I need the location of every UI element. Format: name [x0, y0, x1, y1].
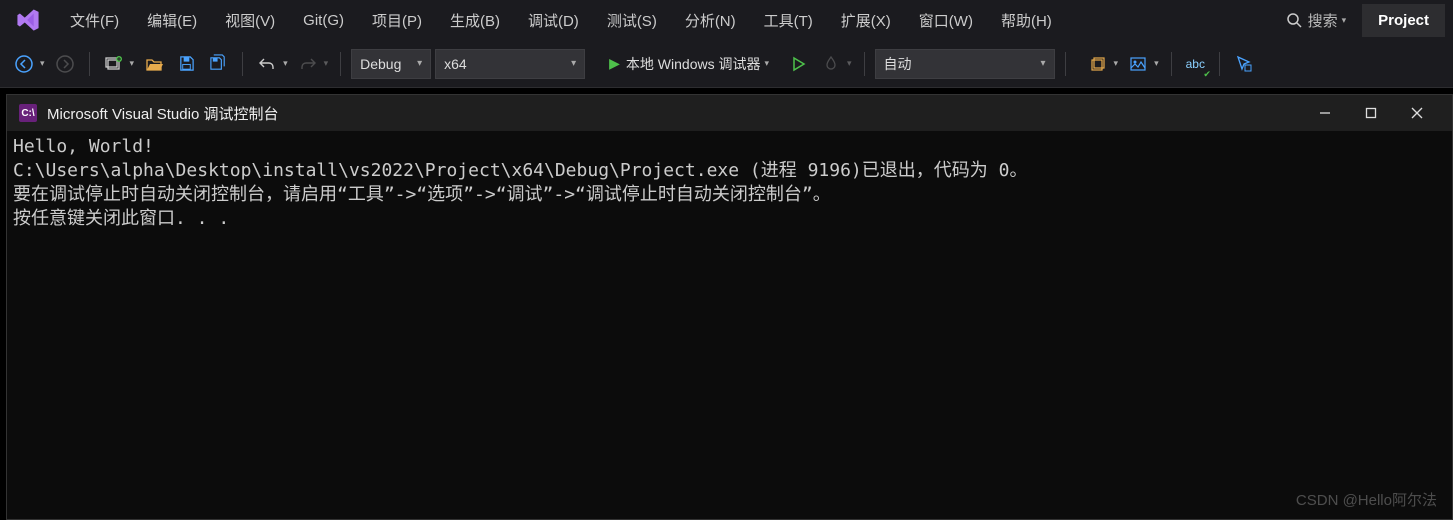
separator: [864, 52, 865, 76]
menu-build[interactable]: 生成(B): [436, 4, 514, 37]
console-titlebar[interactable]: C:\ Microsoft Visual Studio 调试控制台: [7, 95, 1452, 131]
menu-file[interactable]: 文件(F): [56, 4, 133, 37]
menu-git[interactable]: Git(G): [289, 6, 358, 35]
console-title: Microsoft Visual Studio 调试控制台: [47, 103, 278, 124]
save-all-button[interactable]: [204, 50, 232, 78]
separator: [242, 52, 243, 76]
chevron-down-icon[interactable]: ▾: [1154, 58, 1161, 69]
chevron-down-icon: ▾: [571, 58, 576, 69]
image-button[interactable]: [1124, 50, 1152, 78]
abc-button[interactable]: abc ✔: [1182, 50, 1209, 78]
file-stack-button[interactable]: [1084, 50, 1112, 78]
play-icon: ▶: [609, 55, 620, 72]
menu-view[interactable]: 视图(V): [211, 4, 289, 37]
auto-label: 自动: [884, 54, 912, 74]
chevron-down-icon[interactable]: ▾: [40, 58, 47, 69]
chevron-down-icon: ▾: [1041, 58, 1046, 69]
chevron-down-icon[interactable]: ▾: [324, 58, 331, 69]
platform-dropdown[interactable]: x64 ▾: [435, 49, 585, 79]
search-icon: [1286, 12, 1302, 28]
debugger-label: 本地 Windows 调试器: [626, 54, 761, 74]
hot-reload-button[interactable]: [817, 50, 845, 78]
close-button[interactable]: [1394, 95, 1440, 131]
chevron-down-icon[interactable]: ▾: [130, 58, 137, 69]
config-value: Debug: [360, 56, 401, 72]
menu-window[interactable]: 窗口(W): [905, 4, 987, 37]
toolbar: ▾ ▾ ▾ ▾ Debug ▾ x64 ▾ ▶ 本地 Windows 调试器 ▾: [0, 40, 1453, 88]
chevron-down-icon[interactable]: ▾: [283, 58, 290, 69]
start-without-debug-button[interactable]: [785, 50, 813, 78]
chevron-down-icon: ▾: [1342, 15, 1349, 26]
search-label: 搜索: [1308, 10, 1338, 31]
menu-test[interactable]: 测试(S): [593, 4, 671, 37]
menu-edit[interactable]: 编辑(E): [133, 4, 211, 37]
open-file-button[interactable]: [140, 50, 168, 78]
solution-name: Project: [1362, 4, 1445, 37]
menu-debug[interactable]: 调试(D): [514, 4, 593, 37]
search-box[interactable]: 搜索 ▾: [1278, 6, 1357, 35]
menu-project[interactable]: 项目(P): [358, 4, 436, 37]
separator: [89, 52, 90, 76]
console-icon: C:\: [19, 104, 37, 122]
separator: [1065, 52, 1066, 76]
menu-help[interactable]: 帮助(H): [987, 4, 1066, 37]
console-line: 要在调试停止时自动关闭控制台，请启用“工具”->“选项”->“调试”->“调试停…: [13, 184, 831, 205]
separator: [340, 52, 341, 76]
menubar: 文件(F) 编辑(E) 视图(V) Git(G) 项目(P) 生成(B) 调试(…: [0, 0, 1453, 40]
menu-extensions[interactable]: 扩展(X): [827, 4, 905, 37]
chevron-down-icon[interactable]: ▾: [847, 58, 854, 69]
console-line: Hello, World!: [13, 136, 154, 157]
cursor-select-button[interactable]: [1230, 50, 1258, 78]
separator: [1219, 52, 1220, 76]
console-output[interactable]: Hello, World! C:\Users\alpha\Desktop\ins…: [7, 131, 1452, 519]
console-line: 按任意键关闭此窗口. . .: [13, 208, 229, 229]
new-project-button[interactable]: [100, 50, 128, 78]
menu-tools[interactable]: 工具(T): [750, 4, 827, 37]
abc-label: abc: [1186, 57, 1205, 71]
maximize-button[interactable]: [1348, 95, 1394, 131]
redo-button[interactable]: [294, 50, 322, 78]
console-window: C:\ Microsoft Visual Studio 调试控制台 Hello,…: [6, 94, 1453, 520]
undo-button[interactable]: [253, 50, 281, 78]
nav-back-button[interactable]: [10, 50, 38, 78]
console-area: C:\ Microsoft Visual Studio 调试控制台 Hello,…: [0, 88, 1453, 520]
nav-forward-button[interactable]: [51, 50, 79, 78]
process-dropdown[interactable]: 自动 ▾: [875, 49, 1055, 79]
vs-logo-icon: [12, 4, 44, 36]
minimize-button[interactable]: [1302, 95, 1348, 131]
chevron-down-icon: ▾: [764, 58, 771, 69]
separator: [1171, 52, 1172, 76]
platform-value: x64: [444, 56, 467, 72]
chevron-down-icon[interactable]: ▾: [1114, 58, 1121, 69]
chevron-down-icon: ▾: [417, 58, 422, 69]
watermark: CSDN @Hello阿尔法: [1296, 489, 1437, 510]
console-line: C:\Users\alpha\Desktop\install\vs2022\Pr…: [13, 160, 1027, 181]
save-button[interactable]: [172, 50, 200, 78]
menu-analyze[interactable]: 分析(N): [671, 4, 750, 37]
start-debug-button[interactable]: ▶ 本地 Windows 调试器 ▾: [599, 49, 781, 79]
config-dropdown[interactable]: Debug ▾: [351, 49, 431, 79]
